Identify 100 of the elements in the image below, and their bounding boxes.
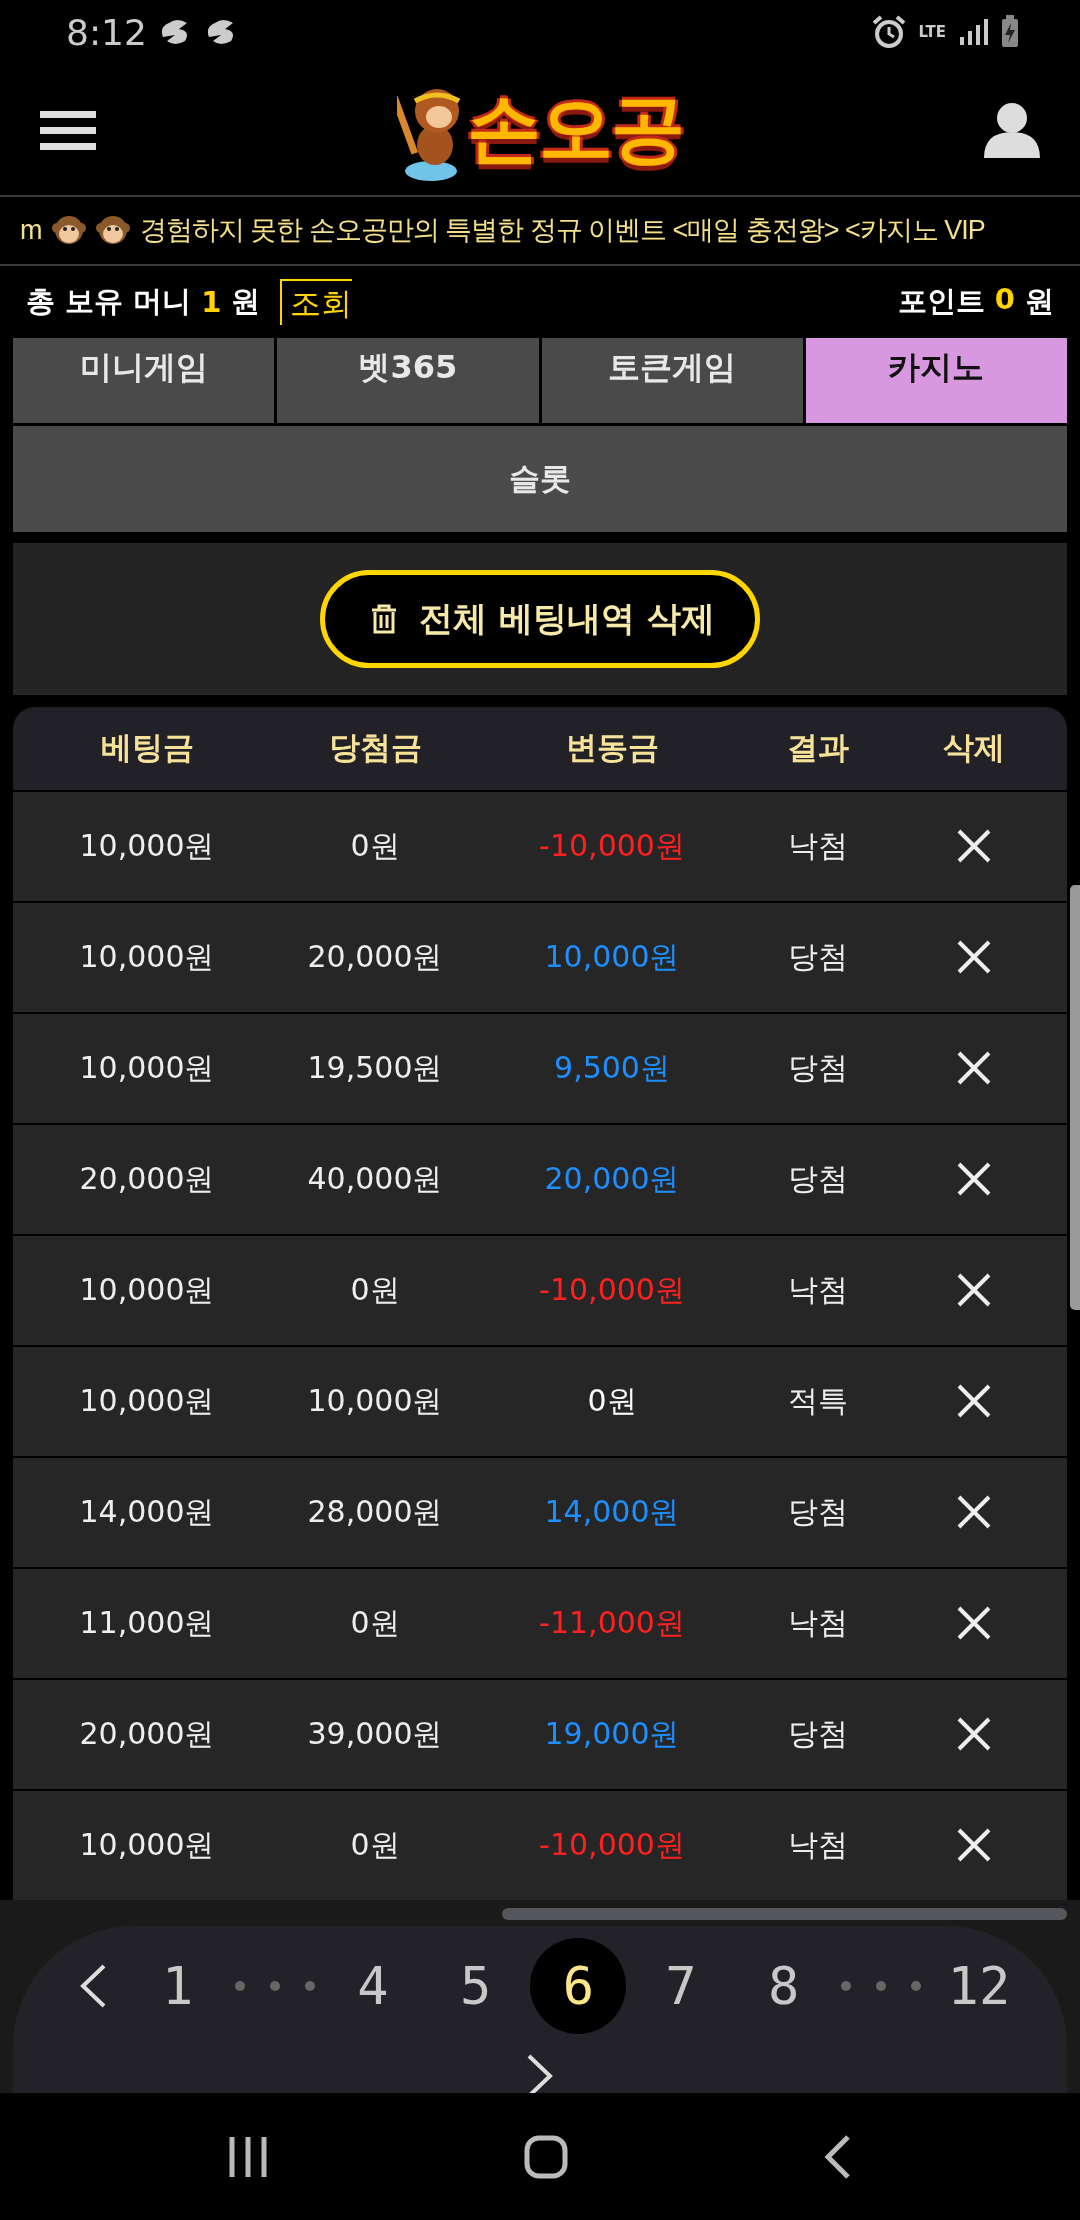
bet-amount: 10,000원 [79, 1048, 215, 1087]
result-label: 낙첨 [787, 1603, 848, 1642]
column-header: 결과 [786, 728, 849, 768]
notice-text: m [20, 214, 42, 246]
change-amount: -10,000원 [539, 1825, 685, 1864]
page-button[interactable]: 6 [530, 1937, 627, 2034]
win-amount: 0원 [350, 826, 400, 865]
alarm-icon [872, 15, 907, 50]
balance-label: 총 보유 머니 [26, 283, 192, 321]
close-icon [955, 828, 992, 865]
page-button[interactable]: 5 [427, 1937, 524, 2034]
change-amount: 9,500원 [554, 1048, 670, 1087]
page-button[interactable]: 4 [324, 1937, 421, 2034]
bet-amount: 11,000원 [79, 1603, 215, 1642]
delete-button[interactable] [955, 1383, 992, 1420]
change-amount: 20,000원 [544, 1159, 680, 1198]
delete-button[interactable] [955, 1161, 992, 1198]
menu-icon [40, 108, 96, 151]
category-tab[interactable]: 토큰게임 [541, 338, 803, 424]
win-amount: 0원 [350, 1825, 400, 1864]
bet-amount: 20,000원 [79, 1159, 215, 1198]
close-icon [955, 1161, 992, 1198]
trash-icon [371, 604, 398, 634]
change-amount: -10,000원 [539, 826, 685, 865]
page-button[interactable]: 7 [632, 1937, 729, 2034]
result-label: 당첨 [787, 1714, 848, 1753]
category-tab[interactable]: 벳365 [277, 338, 539, 424]
close-icon [955, 1827, 992, 1864]
result-label: 낙첨 [787, 1270, 848, 1309]
back-button[interactable] [824, 2134, 852, 2179]
delete-button[interactable] [955, 1494, 992, 1531]
delete-button[interactable] [955, 1605, 992, 1642]
clock-time: 8:12 [66, 11, 147, 53]
delete-button[interactable] [955, 1272, 992, 1309]
chevron-right-icon [527, 2053, 553, 2094]
home-icon [524, 2134, 568, 2179]
result-label: 당첨 [787, 937, 848, 976]
close-icon [955, 939, 992, 976]
account-button[interactable] [984, 101, 1040, 158]
logo-text: 손오공 [467, 85, 683, 172]
category-tab[interactable]: 카지노 [805, 338, 1067, 424]
result-label: 당첨 [787, 1048, 848, 1087]
bet-amount: 10,000원 [79, 1825, 215, 1864]
page-button[interactable]: 1 [129, 1937, 226, 2034]
home-button[interactable] [524, 2134, 568, 2179]
column-header: 당첨금 [328, 728, 422, 768]
win-amount: 20,000원 [307, 937, 443, 976]
signal-icon [958, 17, 988, 48]
close-icon [955, 1605, 992, 1642]
change-amount: -11,000원 [539, 1603, 685, 1642]
delete-button[interactable] [955, 828, 992, 865]
network-label: LTE [918, 24, 946, 40]
page-button[interactable]: 12 [930, 1937, 1027, 2034]
back-icon [824, 2134, 852, 2179]
close-icon [955, 1494, 992, 1531]
change-amount: 19,000원 [544, 1714, 680, 1753]
delete-button[interactable] [955, 1827, 992, 1864]
category-tab[interactable]: 미니게임 [13, 338, 275, 424]
delete-all-button[interactable]: 전체 베팅내역 삭제 [320, 570, 760, 668]
result-label: 당첨 [787, 1492, 848, 1531]
result-label: 낙첨 [787, 1825, 848, 1864]
result-label: 당첨 [787, 1159, 848, 1198]
bet-amount: 20,000원 [79, 1714, 215, 1753]
recent-apps-button[interactable] [228, 2134, 268, 2179]
bet-amount: 14,000원 [79, 1492, 215, 1531]
win-amount: 10,000원 [307, 1381, 443, 1420]
column-header: 베팅금 [100, 728, 194, 768]
check-button[interactable]: 조회 [280, 279, 353, 326]
chevron-left-icon [80, 1963, 106, 2008]
bet-amount: 10,000원 [79, 1270, 215, 1309]
win-amount: 0원 [350, 1270, 400, 1309]
points-label: 포인트 [897, 283, 985, 321]
column-header: 변동금 [565, 728, 659, 768]
bet-amount: 10,000원 [79, 1381, 215, 1420]
result-label: 낙첨 [787, 826, 848, 865]
monkey-icon [95, 214, 130, 247]
win-amount: 19,500원 [307, 1048, 443, 1087]
close-icon [955, 1716, 992, 1753]
change-amount: -10,000원 [539, 1270, 685, 1309]
battery-icon [1000, 15, 1020, 50]
subcategory-tab[interactable]: 슬롯 [13, 426, 1067, 533]
recent-apps-icon [228, 2134, 268, 2179]
delete-button[interactable] [955, 1050, 992, 1087]
win-amount: 39,000원 [307, 1714, 443, 1753]
delete-button[interactable] [955, 1716, 992, 1753]
result-label: 적특 [787, 1381, 848, 1420]
currency-unit: 원 [1025, 283, 1054, 321]
monkey-icon [51, 214, 86, 247]
change-amount: 0원 [587, 1381, 637, 1420]
menu-button[interactable] [40, 108, 96, 151]
bet-amount: 10,000원 [79, 937, 215, 976]
close-icon [955, 1383, 992, 1420]
close-icon [955, 1050, 992, 1087]
points-amount: 0 [994, 282, 1015, 319]
win-amount: 0원 [350, 1603, 400, 1642]
page-button[interactable]: 8 [735, 1937, 832, 2034]
delete-button[interactable] [955, 939, 992, 976]
change-amount: 10,000원 [544, 937, 680, 976]
currency-unit: 원 [231, 283, 261, 321]
win-amount: 40,000원 [307, 1159, 443, 1198]
